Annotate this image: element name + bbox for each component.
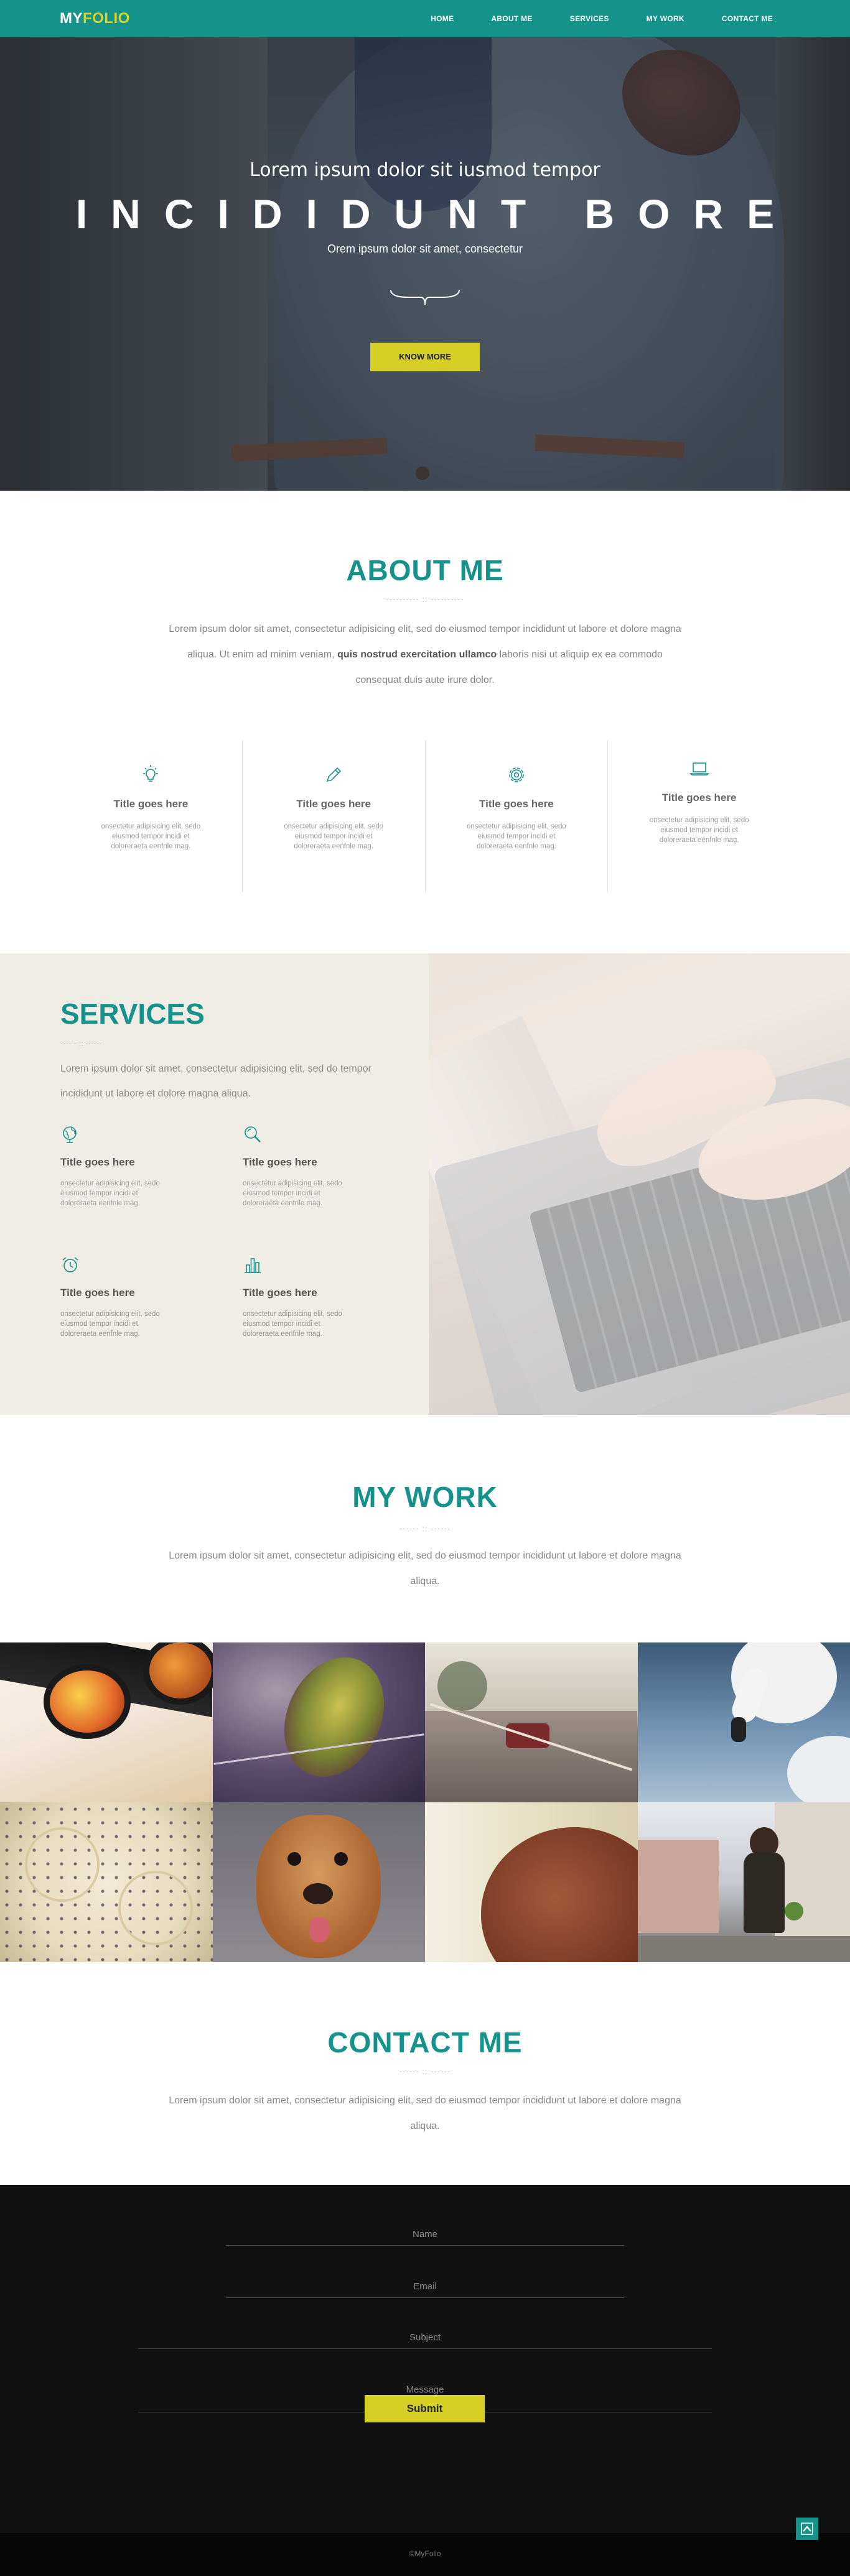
logo-part-1: MY (60, 10, 83, 27)
services-section: SERVICES ------ :: ------ Lorem ipsum do… (0, 953, 850, 1415)
work-text: Lorem ipsum dolor sit amet, consectetur … (169, 1550, 681, 1587)
services-text: Lorem ipsum dolor sit amet, consectetur … (60, 1063, 371, 1099)
nav-services[interactable]: SERVICES (570, 14, 609, 23)
alarm-clock-icon (62, 1257, 78, 1272)
portfolio-gallery (0, 1642, 850, 1962)
feature-text: onsectetur adipisicing elit, sedo eiusmo… (284, 823, 384, 850)
service-title: Title goes here (243, 1156, 317, 1168)
gallery-tile-feather[interactable] (212, 1642, 425, 1802)
feature-title: Title goes here (479, 798, 554, 810)
services-title: SERVICES (60, 998, 205, 1030)
hero-subtitle: Lorem ipsum dolor sit iusmod tempor (250, 159, 600, 181)
laptop-icon (689, 762, 709, 776)
site-logo[interactable]: MYFOLIO (60, 10, 130, 27)
gear-icon (509, 767, 524, 782)
feature-title: Title goes here (661, 792, 737, 804)
feature-card: Title goes here onsectetur adipisicing e… (60, 740, 243, 892)
chevron-up-icon (801, 2523, 813, 2535)
footer: ©MyFolio (0, 2533, 850, 2576)
service-item: Title goes here onsectetur adipisicing e… (243, 1255, 398, 1339)
feature-text: onsectetur adipisicing elit, sedo eiusmo… (101, 823, 201, 850)
about-divider: ---------- :: ---------- (386, 595, 464, 604)
magnifier-icon (245, 1126, 261, 1142)
hero-banner: Lorem ipsum dolor sit iusmod tempor INCI… (0, 37, 850, 491)
service-title: Title goes here (60, 1156, 135, 1168)
about-text-bold: quis nostrud exercitation ullamco (337, 649, 497, 660)
nav-my-work[interactable]: MY WORK (647, 14, 684, 23)
curly-brace-icon (390, 289, 460, 305)
hero-tagline: Orem ipsum dolor sit amet, consectetur (327, 243, 523, 255)
about-text: Lorem ipsum dolor sit amet, consectetur … (164, 616, 686, 693)
bar-chart-icon (245, 1258, 261, 1273)
gallery-tile-street-woman[interactable] (637, 1802, 850, 1962)
service-item: Title goes here onsectetur adipisicing e… (60, 1255, 216, 1339)
top-navbar: MYFOLIO HOME ABOUT ME SERVICES MY WORK C… (0, 0, 850, 37)
gallery-tile-hair[interactable] (425, 1802, 638, 1962)
feature-card: Title goes here onsectetur adipisicing e… (608, 740, 790, 892)
service-text: onsectetur adipisicing elit, sedo eiusmo… (60, 1310, 160, 1338)
nav-contact[interactable]: CONTACT ME (722, 14, 773, 23)
logo-part-2: FOLIO (83, 10, 130, 27)
services-divider: ------ :: ------ (60, 1039, 102, 1048)
gallery-tile-road-car[interactable] (425, 1642, 638, 1802)
gallery-tile-banana[interactable] (0, 1802, 213, 1962)
nav-home[interactable]: HOME (431, 14, 454, 23)
service-text: onsectetur adipisicing elit, sedo eiusmo… (243, 1310, 342, 1338)
nav-about[interactable]: ABOUT ME (491, 14, 532, 23)
pencil-icon (326, 767, 342, 782)
email-field[interactable]: Email (226, 2279, 624, 2298)
gallery-tile-swan[interactable] (637, 1642, 850, 1802)
nav-menu: HOME ABOUT ME SERVICES MY WORK CONTACT M… (431, 0, 850, 37)
copyright-text: ©MyFolio (409, 2549, 441, 2558)
service-item: Title goes here onsectetur adipisicing e… (243, 1124, 398, 1208)
feature-card: Title goes here onsectetur adipisicing e… (426, 740, 609, 892)
submit-button[interactable]: Submit (365, 2395, 485, 2422)
feature-text: onsectetur adipisicing elit, sedo eiusmo… (466, 823, 566, 850)
service-text: onsectetur adipisicing elit, sedo eiusmo… (60, 1180, 160, 1207)
service-text: onsectetur adipisicing elit, sedo eiusmo… (243, 1180, 342, 1207)
service-title: Title goes here (243, 1287, 317, 1299)
contact-text: Lorem ipsum dolor sit amet, consectetur … (169, 2095, 681, 2131)
services-laptop-photo (429, 953, 850, 1415)
lightbulb-icon (143, 765, 159, 782)
service-item: Title goes here onsectetur adipisicing e… (60, 1124, 216, 1208)
feature-text: onsectetur adipisicing elit, sedo eiusmo… (649, 817, 749, 844)
contact-title: CONTACT ME (327, 2026, 523, 2059)
work-divider: ------ :: ------ (399, 1524, 451, 1533)
feature-title: Title goes here (113, 798, 189, 810)
service-title: Title goes here (60, 1287, 135, 1299)
work-title: MY WORK (352, 1481, 498, 1513)
gallery-tile-dog[interactable] (212, 1802, 425, 1962)
subject-field[interactable]: Subject (138, 2330, 712, 2349)
feature-card: Title goes here onsectetur adipisicing e… (243, 740, 426, 892)
feature-title: Title goes here (296, 798, 371, 810)
hero-title: INCIDIDUNT BORE (75, 191, 798, 237)
globe-icon (63, 1126, 77, 1143)
about-features: Title goes here onsectetur adipisicing e… (60, 740, 790, 892)
about-title: ABOUT ME (346, 554, 504, 586)
gallery-tile-sunglasses[interactable] (0, 1642, 213, 1802)
scroll-to-top-button[interactable] (796, 2518, 818, 2540)
contact-form: Name Email Subject Message (0, 2185, 850, 2533)
know-more-button[interactable]: KNOW MORE (370, 343, 480, 371)
contact-divider: ------ :: ------ (399, 2067, 451, 2076)
name-field[interactable]: Name (226, 2227, 624, 2246)
photo-veil (429, 953, 850, 1415)
hero-overlay (0, 37, 850, 491)
